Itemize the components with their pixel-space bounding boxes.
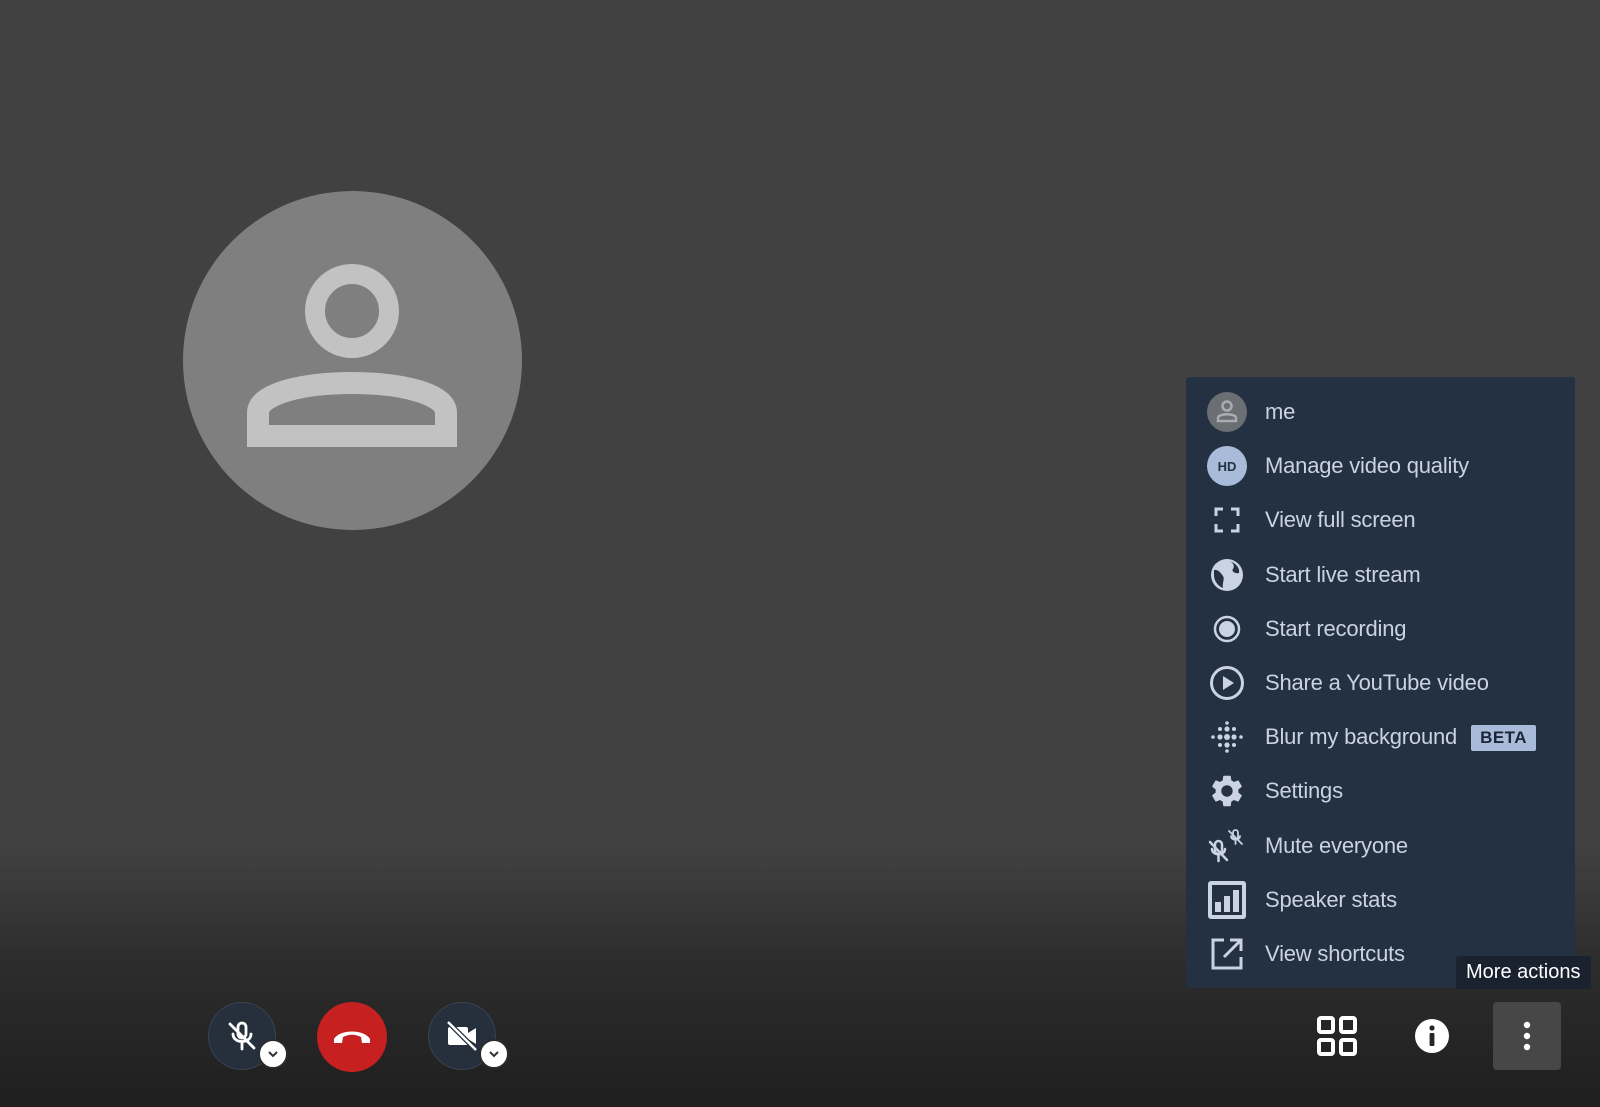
hangup-button[interactable] (317, 1002, 387, 1072)
menu-item-fullscreen[interactable]: View full screen (1186, 493, 1575, 547)
meeting-stage: me HD Manage video quality View full scr… (0, 0, 1600, 1107)
menu-item-label: View full screen (1265, 507, 1416, 533)
phone-hangup-icon (334, 1031, 370, 1043)
menu-item-label: Mute everyone (1265, 832, 1408, 858)
info-icon (1415, 1019, 1449, 1053)
blur-label-text: Blur my background (1265, 723, 1458, 749)
more-actions-menu: me HD Manage video quality View full scr… (1186, 377, 1575, 988)
menu-item-settings[interactable]: Settings (1186, 764, 1575, 818)
menu-item-blur[interactable]: Blur my background BETA (1186, 710, 1575, 764)
info-button[interactable] (1398, 1002, 1466, 1070)
fullscreen-icon (1206, 499, 1248, 541)
beta-badge: BETA (1471, 724, 1537, 751)
mic-off-icon (228, 1021, 256, 1051)
blur-icon (1206, 716, 1248, 758)
menu-item-recording[interactable]: Start recording (1186, 602, 1575, 656)
menu-item-label: Start live stream (1265, 561, 1421, 587)
menu-item-speaker-stats[interactable]: Speaker stats (1186, 873, 1575, 927)
person-icon (247, 264, 457, 447)
svg-text:HD: HD (1218, 459, 1237, 474)
more-actions-button[interactable] (1493, 1002, 1561, 1070)
menu-item-label: Speaker stats (1265, 886, 1397, 912)
gear-icon (1206, 770, 1248, 812)
chevron-down-icon (489, 1051, 499, 1058)
menu-item-youtube[interactable]: Share a YouTube video (1186, 656, 1575, 710)
menu-item-label: Settings (1265, 778, 1343, 804)
participant-avatar (183, 191, 522, 530)
menu-item-label: View shortcuts (1265, 940, 1405, 966)
mute-everyone-icon (1206, 825, 1248, 867)
external-link-icon (1206, 933, 1248, 975)
menu-item-profile[interactable]: me (1186, 385, 1575, 439)
menu-item-label: Blur my background BETA (1265, 723, 1537, 751)
globe-icon (1206, 554, 1248, 596)
menu-item-label: me (1265, 399, 1296, 425)
menu-item-label: Start recording (1265, 615, 1407, 641)
record-icon (1206, 608, 1248, 650)
chevron-down-icon (268, 1051, 278, 1058)
camera-off-icon (446, 1020, 478, 1052)
user-avatar-icon (1206, 391, 1248, 433)
tile-grid-icon (1317, 1016, 1357, 1056)
camera-options-chevron[interactable] (479, 1039, 509, 1069)
mic-options-chevron[interactable] (258, 1039, 288, 1069)
play-circle-icon (1206, 662, 1248, 704)
menu-item-video-quality[interactable]: HD Manage video quality (1186, 439, 1575, 493)
menu-item-label: Share a YouTube video (1265, 670, 1489, 696)
menu-item-mute-everyone[interactable]: Mute everyone (1186, 819, 1575, 873)
hd-icon: HD (1206, 445, 1248, 487)
tile-view-button[interactable] (1303, 1002, 1371, 1070)
menu-item-label: Manage video quality (1265, 453, 1469, 479)
bar-chart-icon (1206, 879, 1248, 921)
menu-item-live-stream[interactable]: Start live stream (1186, 548, 1575, 602)
more-vertical-icon (1523, 1021, 1531, 1051)
more-actions-tooltip: More actions (1456, 956, 1591, 989)
